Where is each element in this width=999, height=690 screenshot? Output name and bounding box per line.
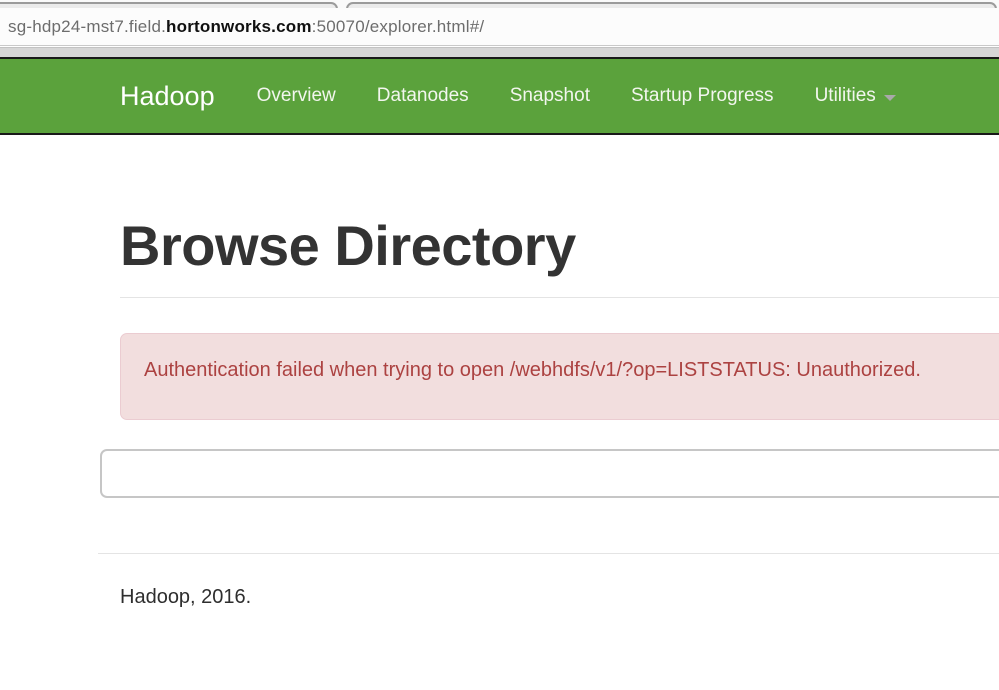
footer-divider xyxy=(98,553,999,554)
url-domain: hortonworks.com xyxy=(166,17,312,36)
url-text: sg-hdp24-mst7.field.hortonworks.com:5007… xyxy=(8,17,484,37)
title-divider xyxy=(120,297,999,298)
nav-item-utilities-label: Utilities xyxy=(815,85,876,107)
url-suffix: :50070/explorer.html#/ xyxy=(312,17,485,36)
nav-item-datanodes[interactable]: Datanodes xyxy=(377,85,469,107)
footer-text: Hadoop, 2016. xyxy=(120,586,251,609)
nav-item-snapshot[interactable]: Snapshot xyxy=(510,85,590,107)
browser-address-bar[interactable]: sg-hdp24-mst7.field.hortonworks.com:5007… xyxy=(0,8,999,46)
auth-error-message: Authentication failed when trying to ope… xyxy=(144,359,921,381)
page-title: Browse Directory xyxy=(120,215,576,277)
hadoop-navbar: Hadoop Overview Datanodes Snapshot Start… xyxy=(0,57,999,135)
url-prefix: sg-hdp24-mst7.field. xyxy=(8,17,166,36)
nav-item-utilities-dropdown[interactable]: Utilities xyxy=(815,85,896,107)
browser-favorites-strip xyxy=(0,47,999,57)
nav-item-overview[interactable]: Overview xyxy=(257,85,336,107)
hadoop-explorer-page: { "browser": { "url_prefix": "sg-hdp24-m… xyxy=(0,0,999,690)
navbar-brand-hadoop[interactable]: Hadoop xyxy=(120,81,215,112)
browser-tab-strip xyxy=(0,0,999,8)
nav-item-startup-progress[interactable]: Startup Progress xyxy=(631,85,774,107)
caret-down-icon xyxy=(884,95,896,101)
directory-path-input[interactable] xyxy=(100,449,999,498)
auth-error-alert: Authentication failed when trying to ope… xyxy=(120,333,999,420)
